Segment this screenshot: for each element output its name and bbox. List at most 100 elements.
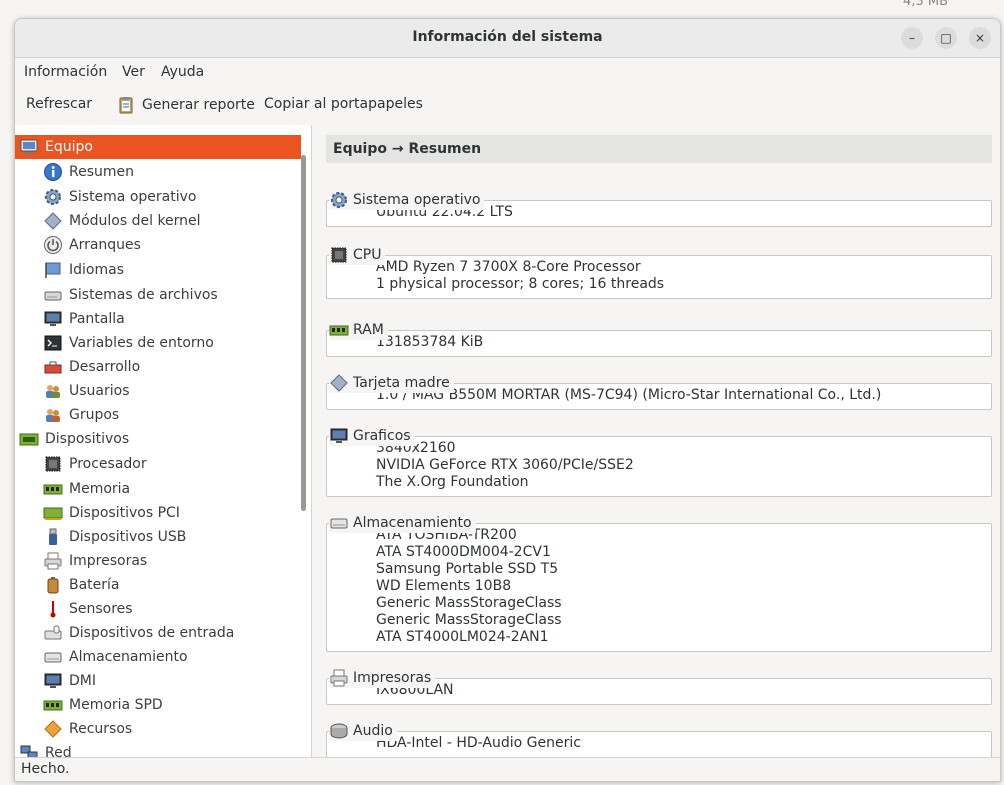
section-box: AMD Ryzen 7 3700X 8-Core Processor 1 phys… xyxy=(326,255,992,299)
generate-report-button[interactable]: Generar reporte xyxy=(117,96,255,114)
maximize-button[interactable]: □ xyxy=(935,27,957,49)
monitor-icon xyxy=(43,309,63,329)
clipboard-icon xyxy=(117,96,135,114)
sidebar-item-memoria-spd[interactable]: Memoria SPD xyxy=(15,693,311,717)
users-icon xyxy=(43,381,63,401)
section-title: CPU xyxy=(329,245,386,265)
sidebar-item-label: Recursos xyxy=(69,721,133,737)
sidebar-item-batería[interactable]: Batería xyxy=(15,573,311,597)
sidebar-item-label: Resumen xyxy=(69,164,135,180)
sidebar-item-label: Arranques xyxy=(69,237,141,253)
info-icon xyxy=(43,162,63,182)
monitor-icon xyxy=(43,671,63,691)
background-size-text: 4,3 MB xyxy=(903,0,948,9)
section-value: Generic MassStorageClass xyxy=(376,595,562,611)
section-title-text: Tarjeta madre xyxy=(353,375,450,391)
minimize-button[interactable]: – xyxy=(901,27,923,49)
sidebar-item-label: Dispositivos xyxy=(45,431,130,447)
section-title: Impresoras xyxy=(329,668,436,688)
menu-ver[interactable]: Ver xyxy=(122,64,145,80)
sidebar-item-usuarios[interactable]: Usuarios xyxy=(15,379,311,403)
sidebar-item-label: Desarrollo xyxy=(69,359,141,375)
sidebar-item-label: Sensores xyxy=(69,601,133,617)
sidebar-item-label: Almacenamiento xyxy=(69,649,188,665)
diamond-icon xyxy=(43,211,63,231)
sidebar-item-dispositivos-usb[interactable]: Dispositivos USB xyxy=(15,525,311,549)
summary-header: Equipo → Resumen xyxy=(326,135,992,163)
sidebar-scrollbar[interactable] xyxy=(301,155,306,511)
sidebar-item-label: Equipo xyxy=(45,139,93,155)
disk-icon xyxy=(43,647,63,667)
power-icon xyxy=(43,235,63,255)
section-title: RAM xyxy=(329,320,388,340)
sidebar-item-label: Módulos del kernel xyxy=(69,213,201,229)
section-value: Generic MassStorageClass xyxy=(376,612,562,628)
section-title-text: Sistema operativo xyxy=(353,192,481,208)
sidebar-item-recursos[interactable]: Recursos xyxy=(15,717,311,741)
section-title-text: Almacenamiento xyxy=(353,515,472,531)
sidebar-item-dispositivos-de-entrada[interactable]: Dispositivos de entrada xyxy=(15,621,311,645)
app-window: Información del sistema – □ × Informació… xyxy=(14,18,1001,782)
sidebar-item-sensores[interactable]: Sensores xyxy=(15,597,311,621)
drive-icon xyxy=(43,285,63,305)
sidebar-item-variables-de-entorno[interactable]: Variables de entorno xyxy=(15,331,311,355)
copy-clipboard-button[interactable]: Copiar al portapapeles xyxy=(264,96,423,112)
sidebar-tree[interactable]: Equipo Resumen Sistema operativo Módulos de… xyxy=(15,125,312,757)
sidebar-item-memoria[interactable]: Memoria xyxy=(15,477,311,501)
sidebar-item-resumen[interactable]: Resumen xyxy=(15,160,311,184)
sidebar-item-desarrollo[interactable]: Desarrollo xyxy=(15,355,311,379)
menu-ayuda[interactable]: Ayuda xyxy=(161,64,204,80)
sidebar-item-label: Memoria xyxy=(69,481,131,497)
sidebar-item-dispositivos-pci[interactable]: Dispositivos PCI xyxy=(15,501,311,525)
sidebar-item-equipo[interactable]: Equipo xyxy=(15,135,301,159)
copy-clipboard-label: Copiar al portapapeles xyxy=(264,96,423,112)
gear-icon xyxy=(329,190,349,210)
menu-bar: Información Ver Ayuda xyxy=(15,58,1000,88)
cpu-icon xyxy=(43,454,63,474)
sidebar-item-sistemas-de-archivos[interactable]: Sistemas de archivos xyxy=(15,283,311,307)
sidebar-item-label: Red xyxy=(45,745,72,757)
disk-icon xyxy=(329,513,349,533)
section-title-text: Graficos xyxy=(353,428,411,444)
refresh-button[interactable]: Refrescar xyxy=(26,96,92,112)
sidebar-item-dispositivos[interactable]: Dispositivos xyxy=(15,427,301,451)
section-title: Sistema operativo xyxy=(329,190,485,210)
section-value: 131853784 KiB xyxy=(376,334,484,350)
window-title: Información del sistema xyxy=(412,29,603,45)
sidebar-item-dmi[interactable]: DMI xyxy=(15,669,311,693)
sidebar-item-label: Sistemas de archivos xyxy=(69,287,218,303)
sidebar-item-arranques[interactable]: Arranques xyxy=(15,233,311,257)
title-bar[interactable]: Información del sistema – □ × xyxy=(15,19,1000,58)
sidebar-item-pantalla[interactable]: Pantalla xyxy=(15,307,311,331)
sidebar-item-idiomas[interactable]: Idiomas xyxy=(15,258,311,282)
section-value: AMD Ryzen 7 3700X 8-Core Processor xyxy=(376,259,641,275)
section-value: NVIDIA GeForce RTX 3060/PCIe/SSE2 xyxy=(376,457,634,473)
cpu-icon xyxy=(329,245,349,265)
sidebar-item-sistema-operativo[interactable]: Sistema operativo xyxy=(15,185,311,209)
sidebar-item-procesador[interactable]: Procesador xyxy=(15,452,311,476)
sidebar-item-red[interactable]: Red xyxy=(15,741,301,757)
ram-icon xyxy=(43,695,63,715)
sidebar-item-almacenamiento[interactable]: Almacenamiento xyxy=(15,645,311,669)
pci-icon xyxy=(43,503,63,523)
computer-icon xyxy=(19,137,39,157)
section-box: 3840x2160 NVIDIA GeForce RTX 3060/PCIe/SS… xyxy=(326,436,992,497)
printer-icon xyxy=(43,551,63,571)
sidebar-item-módulos-del-kernel[interactable]: Módulos del kernel xyxy=(15,209,311,233)
flag-icon xyxy=(43,260,63,280)
refresh-label: Refrescar xyxy=(26,96,93,112)
close-button[interactable]: × xyxy=(969,27,991,49)
resources-icon xyxy=(43,719,63,739)
keyboard-icon xyxy=(43,623,63,643)
section-title-text: Audio xyxy=(353,723,393,739)
sidebar-item-label: Batería xyxy=(69,577,120,593)
sidebar-item-label: Dispositivos PCI xyxy=(69,505,180,521)
audio-icon xyxy=(329,721,349,741)
section-title-text: Impresoras xyxy=(353,670,432,686)
sidebar-item-grupos[interactable]: Grupos xyxy=(15,403,311,427)
status-text: Hecho. xyxy=(21,761,70,777)
board-icon xyxy=(19,429,39,449)
menu-informacion[interactable]: Información xyxy=(24,64,107,80)
sidebar-item-label: Sistema operativo xyxy=(69,189,197,205)
sidebar-item-impresoras[interactable]: Impresoras xyxy=(15,549,311,573)
